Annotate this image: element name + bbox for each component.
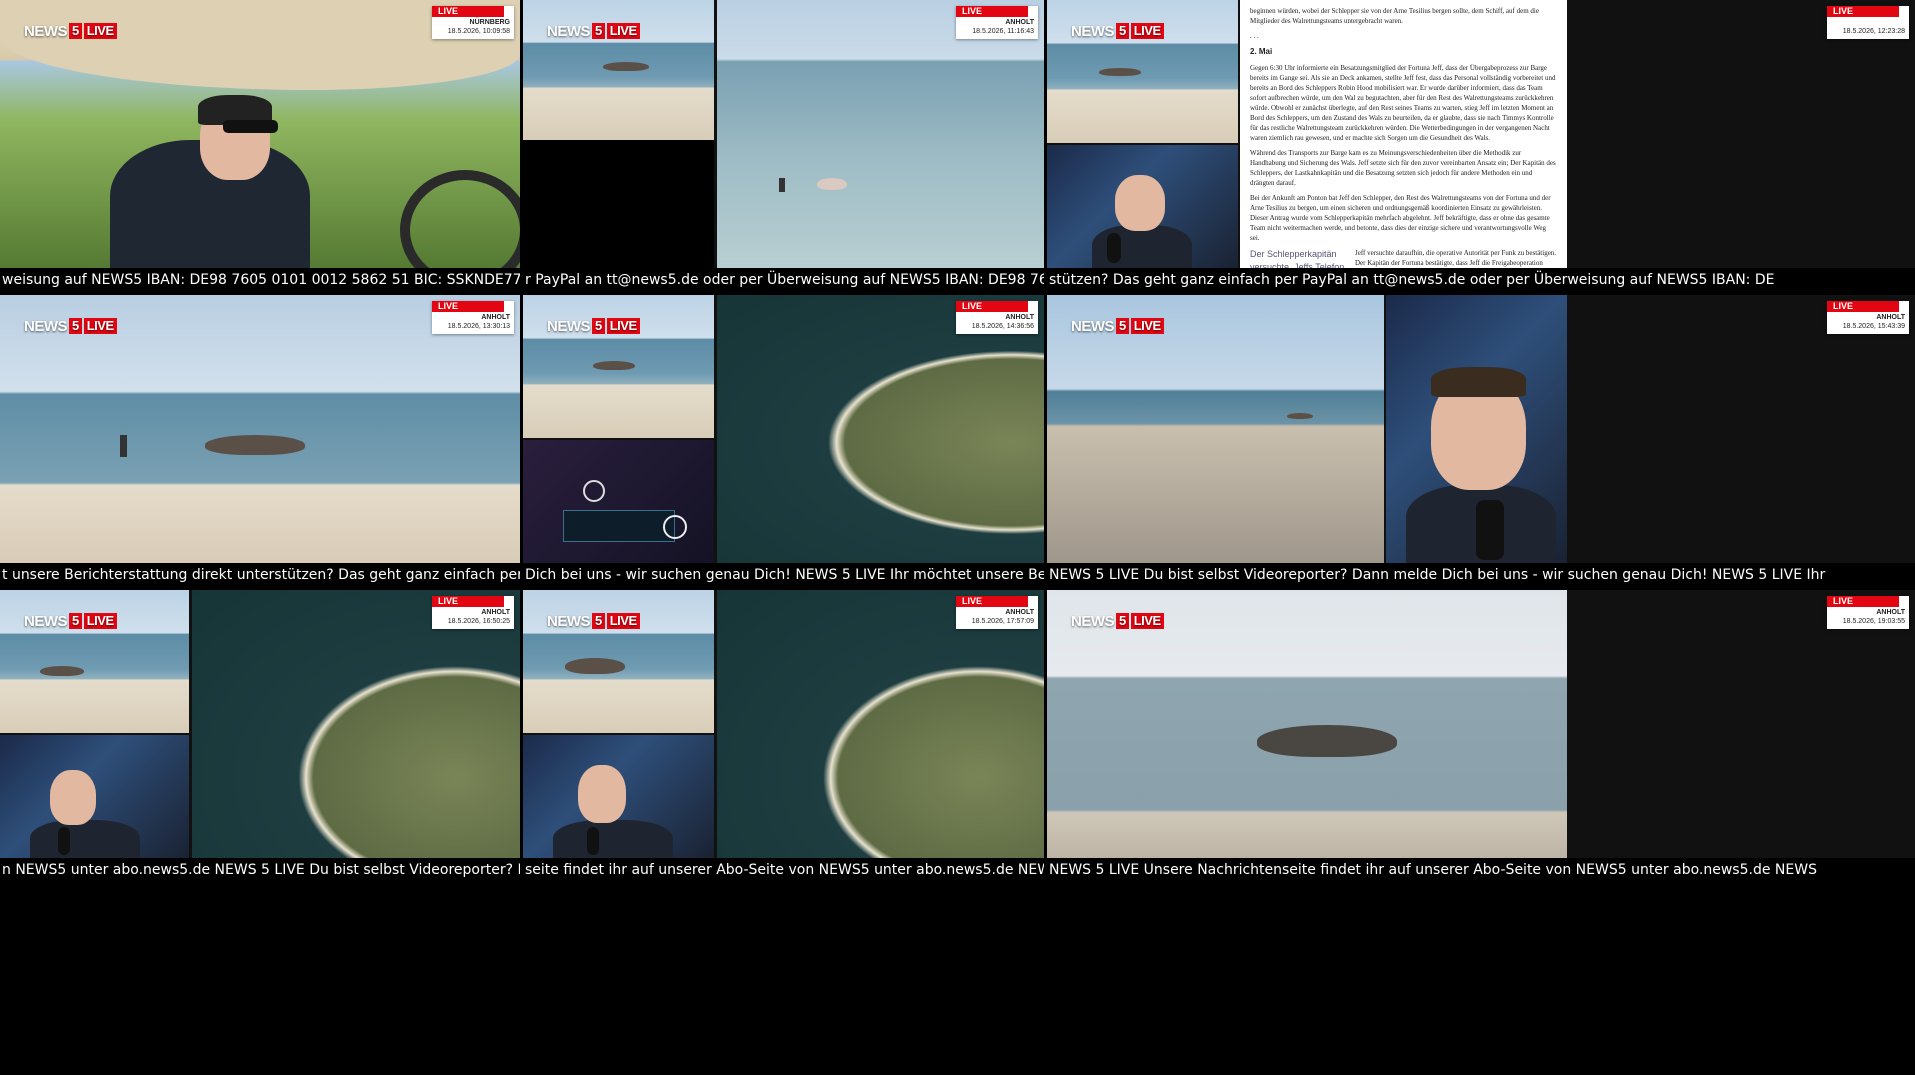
live-badge: LIVE 18.5.2026, 12:23:28 xyxy=(1827,6,1909,39)
live-badge: LIVE NÜRNBERG 18.5.2026, 10:09:58 xyxy=(432,6,514,39)
studio-camera xyxy=(1047,145,1238,268)
studio-camera xyxy=(1386,295,1567,563)
news5-logo: NEWS 5 LIVE xyxy=(1071,612,1164,630)
video-tile-5[interactable]: NEWS 5 LIVE LIVE ANHOLT 18.5.2026, 14:36:56 … xyxy=(523,295,1044,587)
beach-camera xyxy=(523,0,714,140)
news-ticker: NEWS 5 LIVE Du bist selbst Videoreporter… xyxy=(1047,563,1915,587)
news5-logo: NEWS 5 LIVE xyxy=(547,612,640,630)
news-ticker: weisung auf NEWS5 IBAN: DE98 7605 0101 0… xyxy=(0,268,520,292)
news-ticker: stützen? Das geht ganz einfach per PayPa… xyxy=(1047,268,1915,292)
video-tile-4[interactable]: NEWS 5 LIVE LIVE ANHOLT 18.5.2026, 13:30:13 … xyxy=(0,295,520,587)
video-tile-3[interactable]: beginnen würden, wobei der Schlepper sie… xyxy=(1047,0,1915,292)
live-badge: LIVE ANHOLT 18.5.2026, 13:30:13 xyxy=(432,301,514,334)
news5-logo: NEWS 5 LIVE xyxy=(547,317,640,335)
news5-logo: NEWS 5 LIVE xyxy=(1071,22,1164,40)
pebble-beach-camera xyxy=(1047,295,1384,563)
driver-scene xyxy=(0,0,520,268)
news5-logo: NEWS 5 LIVE xyxy=(24,317,117,335)
news-ticker: n NEWS5 unter abo.news5.de NEWS 5 LIVE D… xyxy=(0,858,520,882)
video-tile-2[interactable]: NEWS 5 LIVE LIVE ANHOLT 18.5.2026, 11:16:43 … xyxy=(523,0,1044,292)
news-ticker: NEWS 5 LIVE Unsere Nachrichtenseite find… xyxy=(1047,858,1915,882)
live-badge: LIVE ANHOLT 18.5.2026, 11:16:43 xyxy=(956,6,1038,39)
video-tile-9[interactable]: NEWS 5 LIVE LIVE ANHOLT 18.5.2026, 19:03:55 … xyxy=(1047,590,1915,882)
news5-logo: NEWS 5 LIVE xyxy=(24,22,117,40)
news-ticker: seite findet ihr auf unserer Abo-Seite v… xyxy=(523,858,1044,882)
live-badge: LIVE ANHOLT 18.5.2026, 16:50:25 xyxy=(432,596,514,629)
live-badge: LIVE ANHOLT 18.5.2026, 14:36:56 xyxy=(956,301,1038,334)
black-feed xyxy=(523,140,714,268)
news5-logo: NEWS 5 LIVE xyxy=(547,22,640,40)
satellite-map xyxy=(717,295,1044,563)
news5-logo: NEWS 5 LIVE xyxy=(1071,317,1164,335)
sea-camera xyxy=(717,0,1044,268)
live-badge: LIVE ANHOLT 18.5.2026, 19:03:55 xyxy=(1827,596,1909,629)
studio-room xyxy=(523,440,714,563)
news-ticker: t unsere Berichterstattung direkt unters… xyxy=(0,563,520,587)
satellite-map xyxy=(717,590,1044,858)
news-ticker: r PayPal an tt@news5.de oder per Überwei… xyxy=(523,268,1044,292)
beach-camera xyxy=(1047,590,1567,858)
studio-camera xyxy=(0,735,189,858)
video-grid: NEWS 5 LIVE LIVE NÜRNBERG 18.5.2026, 10:09:5… xyxy=(0,0,1915,1075)
video-tile-6[interactable]: NEWS 5 LIVE LIVE ANHOLT 18.5.2026, 15:43:39 … xyxy=(1047,295,1915,587)
live-badge: LIVE ANHOLT 18.5.2026, 17:57:09 xyxy=(956,596,1038,629)
live-badge: LIVE ANHOLT 18.5.2026, 15:43:39 xyxy=(1827,301,1909,334)
video-tile-7[interactable]: NEWS 5 LIVE LIVE ANHOLT 18.5.2026, 16:50:25 … xyxy=(0,590,520,882)
document-view: beginnen würden, wobei der Schlepper sie… xyxy=(1240,0,1567,268)
satellite-map xyxy=(192,590,520,858)
video-tile-1[interactable]: NEWS 5 LIVE LIVE NÜRNBERG 18.5.2026, 10:09:5… xyxy=(0,0,520,292)
news5-logo: NEWS 5 LIVE xyxy=(24,612,117,630)
studio-camera xyxy=(523,735,714,858)
news-ticker: Dich bei uns - wir suchen genau Dich! NE… xyxy=(523,563,1044,587)
beach-camera xyxy=(0,295,520,563)
video-tile-8[interactable]: NEWS 5 LIVE LIVE ANHOLT 18.5.2026, 17:57:09 … xyxy=(523,590,1044,882)
